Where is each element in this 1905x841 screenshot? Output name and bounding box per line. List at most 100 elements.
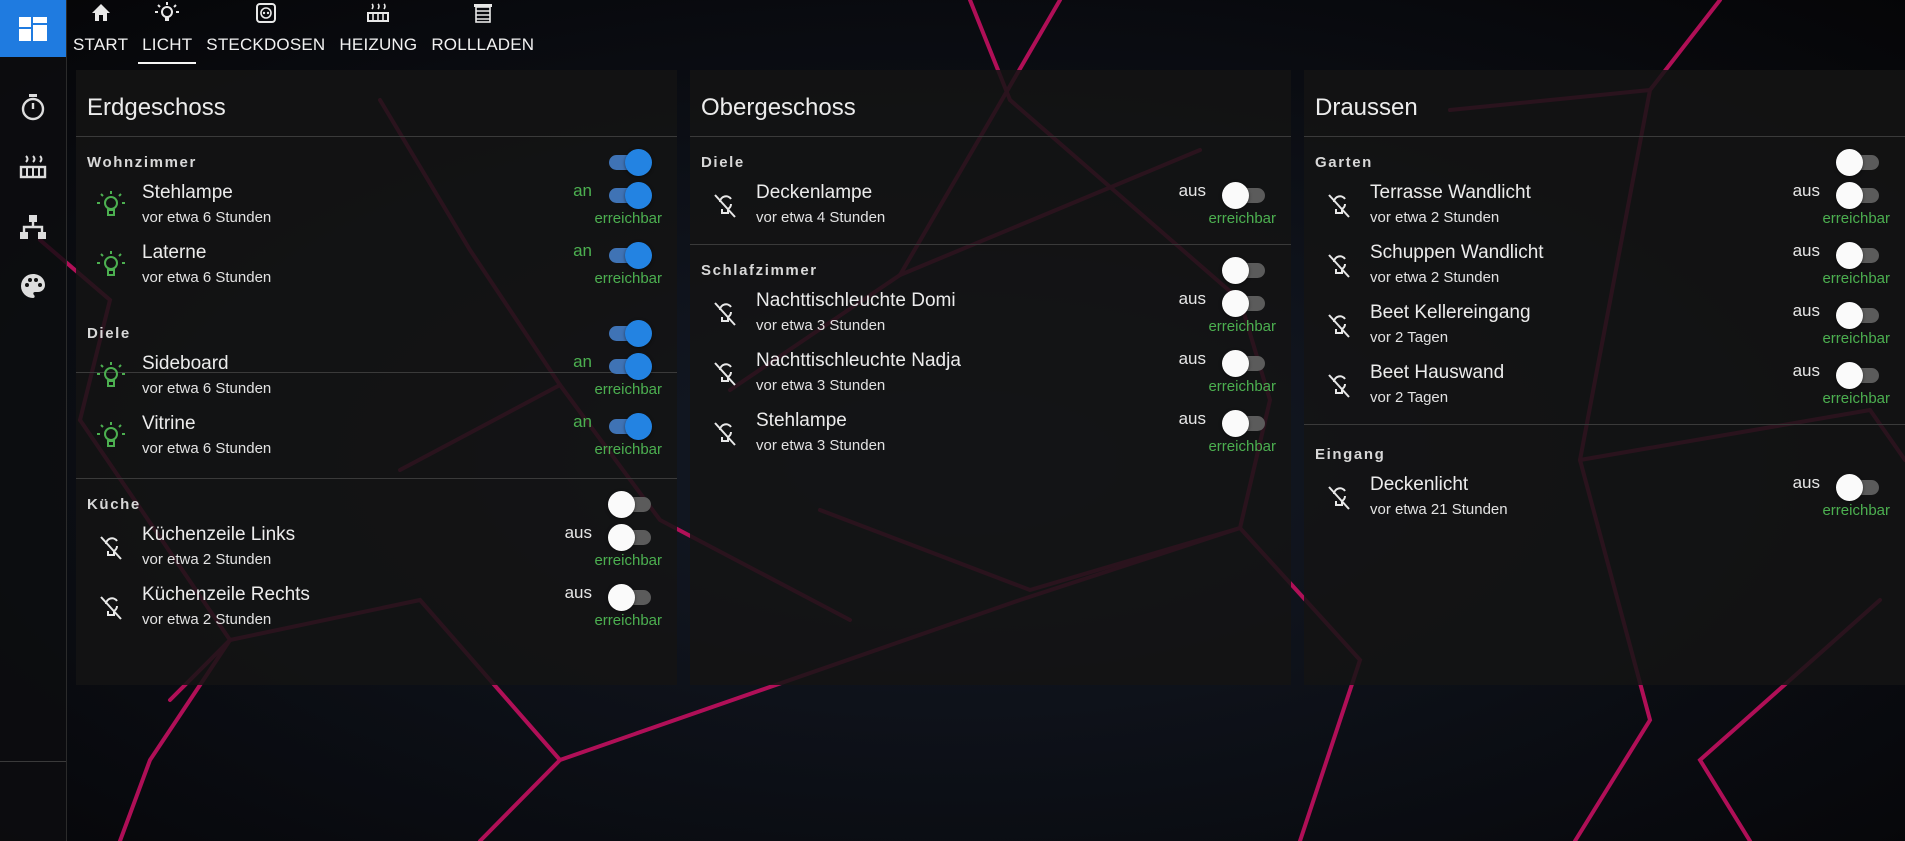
lightbulb-off-icon <box>710 418 740 448</box>
entity-name: Schuppen Wandlicht <box>1370 242 1544 263</box>
entity-toggle[interactable] <box>1222 181 1266 209</box>
entity-state: an <box>573 412 592 431</box>
lightbulb-on-icon <box>96 421 126 451</box>
reachable-status: erreichbar <box>1208 318 1276 335</box>
entity-state: aus <box>1792 301 1820 320</box>
entity-name: Beet Kellereingang <box>1370 302 1531 323</box>
lightbulb-off-icon <box>710 298 740 328</box>
lightbulb-off-icon <box>1324 370 1354 400</box>
entity-row[interactable]: Deckenlampe vor etwa 4 Stunden aus errei… <box>690 178 1291 238</box>
entity-row[interactable]: Küchenzeile Links vor etwa 2 Stunden aus… <box>76 520 677 580</box>
tab-start[interactable]: START <box>66 0 135 66</box>
reachable-status: erreichbar <box>1822 210 1890 227</box>
entity-row[interactable]: Stehlampe vor etwa 6 Stunden an erreichb… <box>76 178 677 238</box>
home-icon <box>91 2 111 24</box>
tab-rollladen[interactable]: ROLLLADEN <box>424 0 541 66</box>
group-toggle[interactable] <box>608 148 652 176</box>
group-label: Garten <box>1315 154 1373 171</box>
entity-row[interactable]: Küchenzeile Rechts vor etwa 2 Stunden au… <box>76 580 677 640</box>
entity-toggle[interactable] <box>608 241 652 269</box>
entity-last-changed: vor etwa 6 Stunden <box>142 380 272 397</box>
reachable-status: erreichbar <box>594 552 662 569</box>
entity-toggle[interactable] <box>1836 181 1880 209</box>
entity-last-changed: vor etwa 6 Stunden <box>142 209 272 226</box>
entity-toggle[interactable] <box>608 412 652 440</box>
reachable-status: erreichbar <box>594 612 662 629</box>
lightbulb-off-icon <box>96 592 126 622</box>
entity-name: Deckenlampe <box>756 182 873 203</box>
entity-name: Küchenzeile Rechts <box>142 584 310 605</box>
group-toggle[interactable] <box>1222 256 1266 284</box>
view-tabs: START LICHT STECKDOSEN HEIZUNG ROLLLADEN <box>66 0 541 66</box>
entity-state: aus <box>564 523 592 542</box>
group-garten: Garten Terrasse Wandlicht vor etwa 2 Stu… <box>1304 136 1905 425</box>
entity-row[interactable]: Nachttischleuchte Nadja vor etwa 3 Stund… <box>690 346 1291 406</box>
panel-draussen: Draussen Garten Terrasse Wandlicht vor e… <box>1304 70 1905 685</box>
entity-row[interactable]: Schuppen Wandlicht vor etwa 2 Stunden au… <box>1304 238 1905 298</box>
entity-last-changed: vor etwa 2 Stunden <box>142 611 272 628</box>
group-toggle[interactable] <box>608 319 652 347</box>
entity-toggle[interactable] <box>608 523 652 551</box>
entity-last-changed: vor etwa 3 Stunden <box>756 317 886 334</box>
entity-last-changed: vor etwa 21 Stunden <box>1370 501 1508 518</box>
dashboard-icon[interactable] <box>0 0 66 57</box>
entity-row[interactable]: Stehlampe vor etwa 3 Stunden aus erreich… <box>690 406 1291 466</box>
entity-toggle[interactable] <box>1222 349 1266 377</box>
lightbulb-on-icon <box>96 190 126 220</box>
entity-state: an <box>573 181 592 200</box>
sidebar <box>0 0 67 841</box>
entity-last-changed: vor 2 Tagen <box>1370 389 1449 406</box>
entity-toggle[interactable] <box>1836 473 1880 501</box>
entity-row[interactable]: Terrasse Wandlicht vor etwa 2 Stunden au… <box>1304 178 1905 238</box>
entity-name: Terrasse Wandlicht <box>1370 182 1531 203</box>
sidebar-divider <box>0 761 66 762</box>
tab-heizung[interactable]: HEIZUNG <box>332 0 424 66</box>
entity-toggle[interactable] <box>608 583 652 611</box>
group-schlafzimmer: Schlafzimmer Nachttischleuchte Domi vor … <box>690 244 1291 474</box>
entity-toggle[interactable] <box>1836 361 1880 389</box>
entity-last-changed: vor etwa 2 Stunden <box>1370 269 1500 286</box>
group-label: Schlafzimmer <box>701 262 818 279</box>
entity-state: aus <box>1178 181 1206 200</box>
entity-row[interactable]: Beet Kellereingang vor 2 Tagen aus errei… <box>1304 298 1905 358</box>
group-diele: Diele Sideboard vor etwa 6 Stunden an er… <box>76 307 677 479</box>
tab-steckdosen[interactable]: STECKDOSEN <box>199 0 332 66</box>
entity-row[interactable]: Sideboard vor etwa 6 Stunden an erreichb… <box>76 349 677 409</box>
network-icon[interactable] <box>0 207 66 247</box>
entity-toggle[interactable] <box>1836 241 1880 269</box>
entity-name: Küchenzeile Links <box>142 524 296 545</box>
tab-label: HEIZUNG <box>339 35 418 54</box>
tab-licht[interactable]: LICHT <box>135 0 199 66</box>
entity-toggle[interactable] <box>1222 289 1266 317</box>
entity-state: aus <box>1178 409 1206 428</box>
entity-toggle[interactable] <box>608 352 652 380</box>
reachable-status: erreichbar <box>1822 390 1890 407</box>
entity-row[interactable]: Laterne vor etwa 6 Stunden an erreichbar <box>76 238 677 298</box>
group-diele: Diele Deckenlampe vor etwa 4 Stunden aus… <box>690 136 1291 245</box>
reachable-status: erreichbar <box>594 270 662 287</box>
entity-state: aus <box>1178 289 1206 308</box>
entity-row[interactable]: Nachttischleuchte Domi vor etwa 3 Stunde… <box>690 286 1291 346</box>
palette-icon[interactable] <box>0 266 66 306</box>
entity-row[interactable]: Beet Hauswand vor 2 Tagen aus erreichbar <box>1304 358 1905 418</box>
reachable-status: erreichbar <box>1822 270 1890 287</box>
group-label: Diele <box>701 154 745 171</box>
entity-last-changed: vor etwa 3 Stunden <box>756 437 886 454</box>
entity-toggle[interactable] <box>1836 301 1880 329</box>
group-label: Diele <box>87 325 131 342</box>
entity-row[interactable]: Vitrine vor etwa 6 Stunden an erreichbar <box>76 409 677 469</box>
timer-icon[interactable] <box>0 87 66 127</box>
radiator-icon[interactable] <box>0 147 66 187</box>
entity-toggle[interactable] <box>608 181 652 209</box>
group-toggle[interactable] <box>1836 148 1880 176</box>
reachable-status: erreichbar <box>1208 378 1276 395</box>
entity-last-changed: vor 2 Tagen <box>1370 329 1449 346</box>
group-eingang: Eingang Deckenlicht vor etwa 21 Stunden … <box>1304 428 1905 538</box>
entity-last-changed: vor etwa 2 Stunden <box>1370 209 1500 226</box>
reachable-status: erreichbar <box>1208 438 1276 455</box>
radiator-icon <box>367 2 390 24</box>
entity-toggle[interactable] <box>1222 409 1266 437</box>
group-toggle[interactable] <box>608 490 652 518</box>
entity-row[interactable]: Deckenlicht vor etwa 21 Stunden aus erre… <box>1304 470 1905 530</box>
reachable-status: erreichbar <box>1822 502 1890 519</box>
